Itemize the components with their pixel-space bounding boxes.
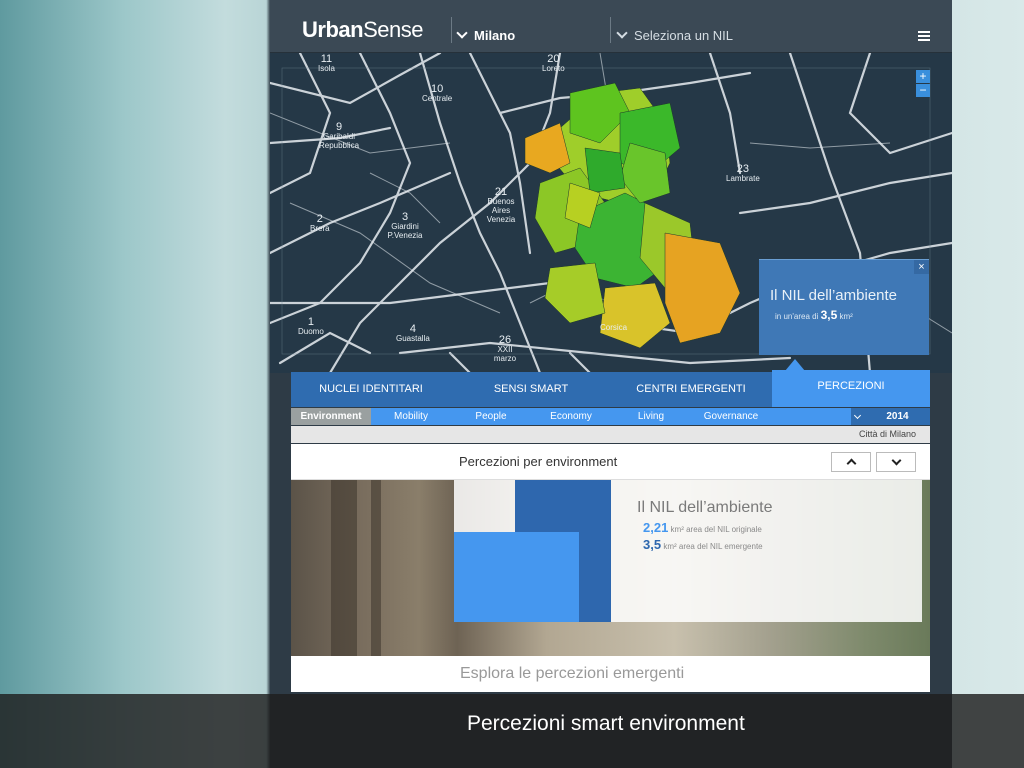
close-icon[interactable]: × bbox=[914, 260, 929, 274]
popup-subtitle: in un'area di 3,5 km² bbox=[775, 308, 853, 322]
subtab-people[interactable]: People bbox=[451, 408, 531, 425]
brand-logo[interactable]: UrbanSense bbox=[302, 17, 423, 43]
app-window: UrbanSense Milano Seleziona un NIL 11 Is… bbox=[270, 0, 952, 768]
explore-button[interactable]: Esplora le percezioni emergenti bbox=[291, 656, 930, 692]
city-bar: Città di Milano bbox=[291, 426, 930, 443]
perception-photo: Il NIL dell’ambiente 2,21 km² area del N… bbox=[291, 480, 930, 656]
subtab-mobility[interactable]: Mobility bbox=[371, 408, 451, 425]
map-label: 4 Guastalla bbox=[396, 323, 430, 344]
menu-icon[interactable] bbox=[918, 31, 930, 43]
photo-pillar bbox=[331, 480, 357, 656]
city-dropdown[interactable]: Milano bbox=[456, 27, 515, 43]
chart-row-original: 2,21 km² area del NIL originale bbox=[643, 520, 762, 535]
sub-tabs: Environment Mobility People Economy Livi… bbox=[291, 408, 930, 425]
map-label: 23 Lambrate bbox=[726, 163, 760, 184]
chevron-down-icon bbox=[616, 27, 628, 39]
explore-label: Esplora le percezioni emergenti bbox=[460, 665, 685, 682]
tab-percezioni[interactable]: PERCEZIONI bbox=[772, 370, 930, 407]
zoom-controls: + − bbox=[916, 70, 930, 98]
chart-title: Il NIL dell’ambiente bbox=[637, 499, 773, 516]
subtab-governance[interactable]: Governance bbox=[691, 408, 771, 425]
map-label: 9 Garibaldi Repubblica bbox=[318, 121, 360, 151]
zoom-out-button[interactable]: − bbox=[916, 84, 930, 97]
chevron-down-icon bbox=[853, 411, 862, 420]
separator bbox=[610, 17, 611, 43]
nil-popup: × Il NIL dell’ambiente in un'area di 3,5… bbox=[759, 259, 929, 355]
previous-button[interactable] bbox=[831, 452, 871, 472]
year-dropdown-toggle[interactable] bbox=[851, 408, 865, 425]
map-label: 1 Duomo bbox=[298, 316, 324, 337]
map-label: 20 Loreto bbox=[542, 53, 565, 74]
chevron-up-icon bbox=[846, 458, 857, 469]
caption-text: Percezioni smart environment bbox=[467, 712, 745, 735]
slide-caption: Percezioni smart environment bbox=[0, 694, 1024, 768]
zoom-in-button[interactable]: + bbox=[916, 70, 930, 83]
tab-centri-emergenti[interactable]: CENTRI EMERGENTI bbox=[611, 372, 771, 407]
map-label: Corsica bbox=[600, 323, 628, 332]
map-label: 26 XXII marzo bbox=[493, 334, 517, 364]
main-tabs: NUCLEI IDENTITARI SENSI SMART CENTRI EME… bbox=[291, 370, 930, 407]
map-label: 21 Buenos Aires Venezia bbox=[486, 186, 516, 225]
popup-title: Il NIL dell’ambiente bbox=[770, 287, 898, 304]
map-label: 2 Brera bbox=[310, 213, 330, 234]
perception-title: Percezioni per environment bbox=[459, 454, 618, 469]
subtab-living[interactable]: Living bbox=[611, 408, 691, 425]
map-label: 3 Giardini P.Venezia bbox=[387, 211, 423, 241]
tab-nuclei-identitari[interactable]: NUCLEI IDENTITARI bbox=[291, 372, 451, 407]
chevron-down-icon bbox=[891, 455, 902, 466]
map-label: 10 Centrale bbox=[422, 83, 453, 104]
top-bar: UrbanSense Milano Seleziona un NIL bbox=[270, 0, 952, 53]
year-select[interactable]: 2014 bbox=[865, 408, 930, 425]
city-label: Città di Milano bbox=[858, 429, 916, 439]
area-bar-original bbox=[454, 532, 579, 622]
chevron-down-icon bbox=[456, 27, 468, 39]
photo-pillar bbox=[371, 480, 381, 656]
next-button[interactable] bbox=[876, 452, 916, 472]
subtab-environment[interactable]: Environment bbox=[291, 408, 371, 425]
map-label: 11 Isola bbox=[318, 53, 335, 74]
subtab-economy[interactable]: Economy bbox=[531, 408, 611, 425]
separator bbox=[451, 17, 452, 43]
chart-row-emergent: 3,5 km² area del NIL emergente bbox=[643, 537, 763, 552]
tab-sensi-smart[interactable]: SENSI SMART bbox=[451, 372, 611, 407]
nil-dropdown[interactable]: Seleziona un NIL bbox=[616, 27, 733, 43]
perception-header: Percezioni per environment bbox=[291, 444, 930, 480]
